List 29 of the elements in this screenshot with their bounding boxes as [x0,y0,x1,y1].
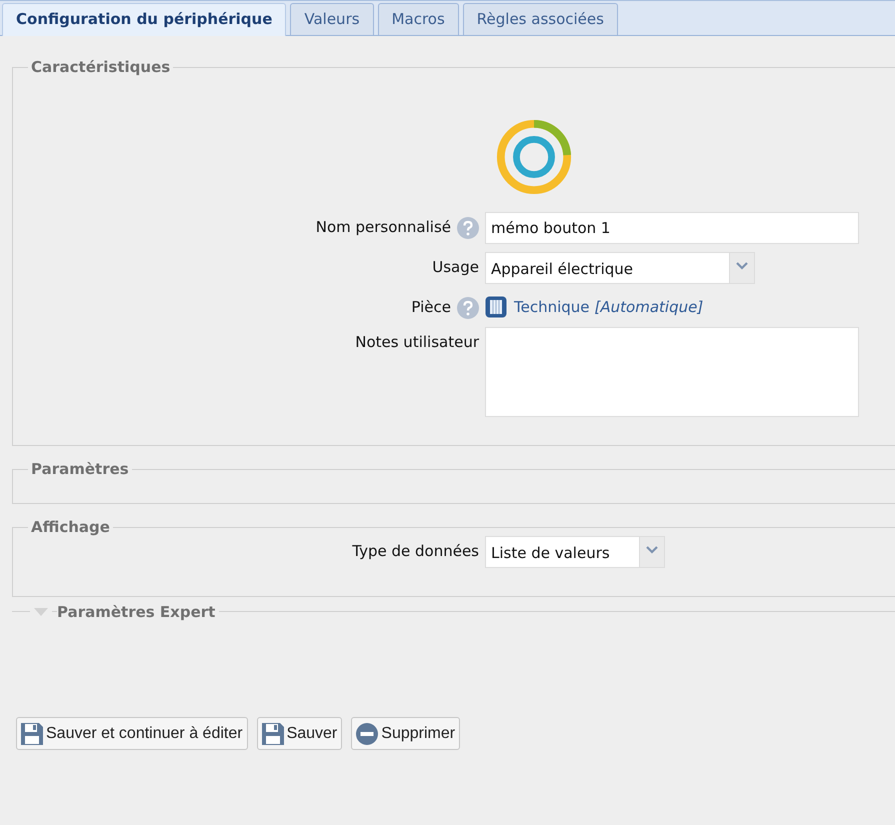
dropdown[interactable]: Liste de valeurs [485,536,665,568]
tab[interactable]: Règles associées [462,3,618,35]
help-icon[interactable] [457,217,479,239]
expand-triangle-icon[interactable] [34,608,48,616]
name-field[interactable]: mémo bouton 1 [485,212,859,244]
room-link[interactable]: Technique [514,298,590,316]
section-title: Caractéristiques [30,58,172,76]
tab[interactable]: Valeurs [290,3,374,35]
chevron-down-icon [736,262,748,270]
field-label: Notes utilisateur [355,333,479,351]
help-icon[interactable] [457,297,479,319]
action-button[interactable]: Sauver [256,717,342,750]
tab[interactable]: Macros [378,3,459,35]
notes-field[interactable] [485,327,859,417]
chevron-down-icon [646,546,658,554]
room-icon [485,296,507,318]
auto-note: [Automatique] [594,298,704,316]
section-title: Paramètres [30,460,130,478]
action-button[interactable]: Sauver et continuer à éditer [16,717,248,750]
field-label: Usage [432,258,479,276]
field-label: Type de données [352,542,479,560]
tab[interactable]: Configuration du périphérique [2,3,286,36]
section-title: Affichage [30,518,111,536]
dropdown[interactable]: Appareil électrique [485,252,755,284]
field-label: Pièce [411,298,451,316]
section-title[interactable]: Paramètres Expert [57,603,220,621]
field-label: Nom personnalisé [316,218,451,236]
action-button[interactable]: Supprimer [351,717,460,750]
minus-circle-icon [356,722,378,744]
